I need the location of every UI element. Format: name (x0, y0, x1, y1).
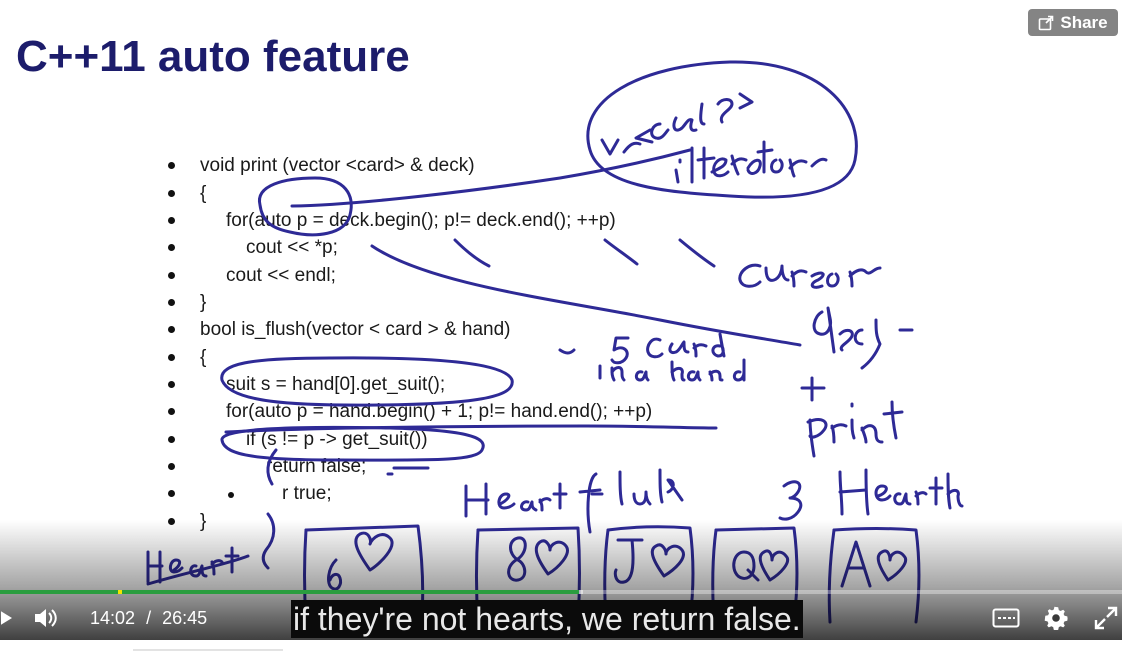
annotation-oval-if (220, 425, 485, 462)
progress-played (0, 590, 579, 594)
settings-icon (1044, 606, 1068, 630)
current-time: 14:02 (90, 608, 136, 628)
subtitle-caption: if they're not hearts, we return false. (291, 600, 803, 638)
annotation-tick-1 (453, 238, 491, 268)
page-below-video (0, 640, 1122, 652)
share-icon (1039, 15, 1054, 30)
video-frame[interactable]: C++11 auto feature void print (vector <c… (0, 0, 1122, 640)
annotation-oval-suit (220, 356, 514, 407)
annotation-he (386, 466, 430, 476)
time-display: 14:02 / 26:45 (90, 608, 207, 629)
volume-icon (35, 609, 57, 627)
annotation-vr-card (600, 92, 754, 156)
share-button[interactable]: Share (1028, 9, 1118, 36)
annotation-iterator (674, 140, 828, 184)
annotation-tick-2 (603, 238, 639, 266)
captions-icon (992, 608, 1020, 628)
annotation-5card (558, 332, 726, 365)
annotation-tick-3 (678, 238, 716, 268)
play-button[interactable] (0, 606, 14, 630)
settings-button[interactable] (1042, 604, 1070, 632)
volume-button[interactable] (32, 604, 60, 632)
play-icon (1, 611, 12, 625)
progress-bar[interactable] (0, 590, 1122, 594)
share-label: Share (1060, 12, 1108, 32)
annotation-plus (800, 376, 826, 402)
annotation-cursor (738, 263, 882, 289)
annotation-3-hearts (778, 468, 964, 521)
fullscreen-icon (1094, 606, 1118, 630)
progress-marker (118, 590, 122, 594)
annotation-deck (812, 306, 914, 370)
time-separator: / (146, 608, 152, 628)
annotation-hook (266, 448, 278, 486)
annotation-print (806, 400, 904, 458)
annotation-long-curve (370, 244, 802, 347)
duration: 26:45 (162, 608, 208, 628)
captions-button[interactable] (990, 604, 1022, 632)
fullscreen-button[interactable] (1092, 604, 1120, 632)
tab-indicator (133, 649, 283, 651)
